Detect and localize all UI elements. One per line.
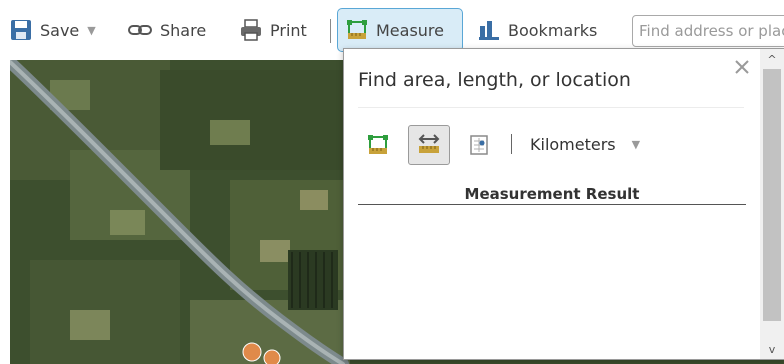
print-button[interactable]: Print <box>240 8 307 52</box>
location-tool-button[interactable] <box>458 125 500 165</box>
chain-link-icon <box>128 25 152 35</box>
chevron-down-icon: ▼ <box>631 137 641 151</box>
area-tool-button[interactable] <box>357 125 399 165</box>
area-icon <box>368 135 388 154</box>
distance-tool-button[interactable] <box>408 125 450 165</box>
measure-button[interactable]: Measure <box>337 8 463 52</box>
measurement-result-title: Measurement Result <box>464 185 640 203</box>
printer-icon <box>241 19 261 41</box>
unit-separator <box>511 134 512 154</box>
panel-title: Find area, length, or location <box>358 69 631 91</box>
print-label: Print <box>270 20 307 40</box>
panel-divider <box>358 107 744 108</box>
measure-panel: Find area, length, or location Kilometer… <box>343 48 784 360</box>
scroll-thumb[interactable] <box>763 69 781 321</box>
floppy-disk-icon <box>11 20 31 40</box>
save-label: Save <box>40 20 80 40</box>
save-button[interactable]: Save ▼ <box>10 8 96 52</box>
scroll-up-arrow[interactable]: ^ <box>760 49 784 69</box>
panel-scrollbar[interactable]: ^ v <box>760 49 784 359</box>
measure-icon <box>347 20 367 39</box>
bookmarks-label: Bookmarks <box>508 20 598 40</box>
unit-label: Kilometers <box>530 134 616 154</box>
distance-icon <box>418 134 440 153</box>
scroll-down-arrow[interactable]: v <box>760 339 784 359</box>
share-button[interactable]: Share <box>128 8 206 52</box>
measure-label: Measure <box>376 20 444 40</box>
chevron-down-icon: ▼ <box>87 23 96 37</box>
unit-dropdown[interactable]: Kilometers ▼ <box>530 133 640 155</box>
search-input[interactable] <box>632 15 784 47</box>
share-label: Share <box>160 20 207 40</box>
bookmark-icon <box>479 21 499 40</box>
location-icon <box>470 135 488 155</box>
result-underline <box>358 204 746 205</box>
toolbar-divider <box>330 19 331 43</box>
close-icon[interactable] <box>732 57 752 77</box>
bookmarks-button[interactable]: Bookmarks <box>478 8 597 52</box>
